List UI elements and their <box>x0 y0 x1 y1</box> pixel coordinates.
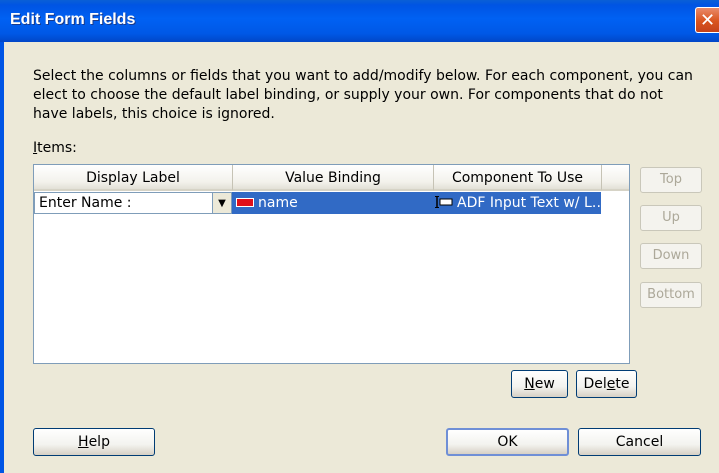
new-button[interactable]: New <box>511 370 568 398</box>
column-header-display-label[interactable]: Display Label <box>34 165 233 191</box>
column-header-filler <box>602 165 629 191</box>
attribute-icon <box>236 197 254 207</box>
new-mnemonic: N <box>524 376 535 392</box>
help-label-rest: elp <box>88 434 110 450</box>
ok-button[interactable]: OK <box>446 428 569 456</box>
delete-button[interactable]: Delete <box>576 370 637 398</box>
table-header: Display Label Value Binding Component To… <box>34 165 629 191</box>
move-bottom-button[interactable]: Bottom <box>640 282 702 308</box>
cancel-button[interactable]: Cancel <box>578 428 701 456</box>
instructions-text: Select the columns or fields that you wa… <box>33 68 693 122</box>
new-label-rest: ew <box>534 376 555 392</box>
component-text: ADF Input Text w/ L… <box>457 195 601 211</box>
window-title: Edit Form Fields <box>10 11 136 28</box>
delete-label-pre: Del <box>583 376 607 392</box>
value-binding-cell[interactable]: name <box>232 192 433 214</box>
display-label-combobox[interactable]: Enter Name : ▼ <box>34 192 232 214</box>
items-table[interactable]: Display Label Value Binding Component To… <box>33 164 630 364</box>
dropdown-arrow-icon[interactable]: ▼ <box>212 193 231 213</box>
items-label-rest: tems: <box>37 140 77 156</box>
move-up-button[interactable]: Up <box>640 205 702 231</box>
move-top-button[interactable]: Top <box>640 167 702 193</box>
title-bar: Edit Form Fields ✕ <box>0 0 719 42</box>
column-header-component[interactable]: Component To Use <box>434 165 602 191</box>
close-button[interactable]: ✕ <box>695 7 719 33</box>
display-label-value[interactable]: Enter Name : <box>39 195 132 211</box>
window-frame-left <box>0 42 4 473</box>
column-header-value-binding[interactable]: Value Binding <box>233 165 434 191</box>
help-button[interactable]: Help <box>33 428 155 456</box>
close-icon: ✕ <box>699 9 716 31</box>
table-row[interactable]: Enter Name : ▼ name ADF Input Text w/ L… <box>34 192 629 214</box>
help-mnemonic: H <box>78 434 89 450</box>
items-label: Items: <box>33 140 77 156</box>
input-text-component-icon <box>435 196 453 208</box>
delete-label-rest: te <box>615 376 630 392</box>
move-down-button[interactable]: Down <box>640 243 702 269</box>
value-binding-text: name <box>258 195 298 211</box>
component-cell[interactable]: ADF Input Text w/ L… <box>433 192 601 214</box>
